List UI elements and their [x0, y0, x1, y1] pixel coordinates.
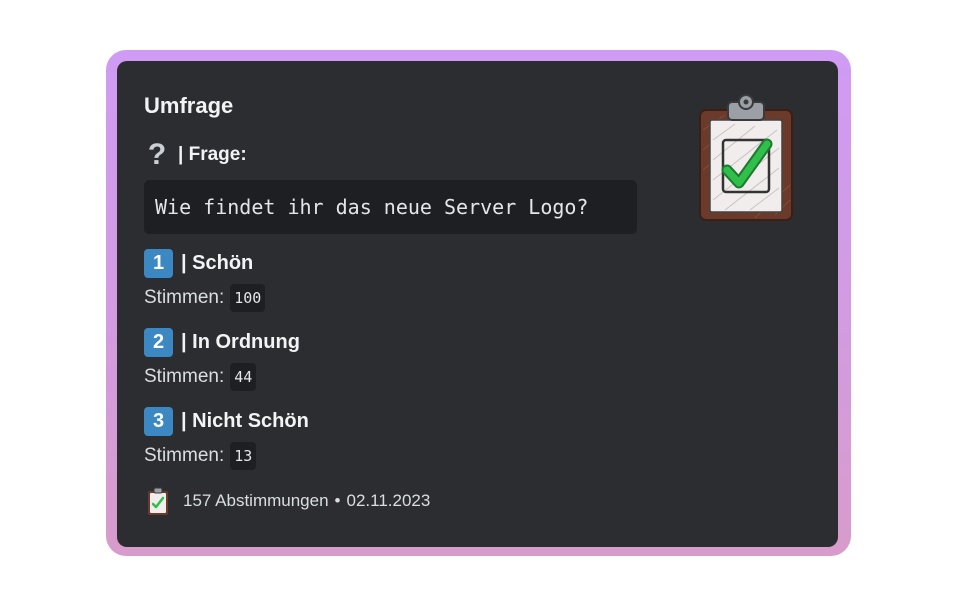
option-2-votes: Stimmen: 44: [144, 362, 257, 392]
option-1-votes: Stimmen: 100: [144, 283, 266, 313]
option-2-label: | In Ordnung: [181, 330, 300, 353]
option-2-header: 2 | In Ordnung: [144, 327, 300, 357]
option-1-header: 1 | Schön: [144, 248, 253, 278]
option-3-header: 3 | Nicht Schön: [144, 406, 309, 436]
footer-separator: •: [334, 491, 341, 510]
question-label: | Frage:: [178, 144, 247, 165]
clipboard-check-icon: [148, 487, 168, 515]
footer-text: 157 Abstimmungen • 02.11.2023: [183, 491, 430, 511]
poll-embed-card: Umfrage ? | Frage: Wie findet ihr das ne…: [117, 61, 838, 547]
votes-count: 13: [230, 442, 257, 470]
vote-total: 157 Abstimmungen: [183, 491, 329, 510]
votes-label: Stimmen:: [144, 366, 225, 387]
keycap-2-icon: 2: [144, 327, 173, 357]
option-1-label: | Schön: [181, 251, 254, 274]
option-3-label: | Nicht Schön: [181, 409, 309, 432]
embed-title: Umfrage: [144, 93, 234, 118]
keycap-3-icon: 3: [144, 406, 173, 436]
clipboard-check-icon[interactable]: [695, 90, 798, 226]
votes-label: Stimmen:: [144, 287, 225, 308]
keycap-1-icon: 1: [144, 248, 173, 278]
question-mark-icon: ?: [147, 138, 167, 171]
footer-date: 02.11.2023: [346, 491, 431, 510]
question-codeblock: Wie findet ihr das neue Server Logo?: [144, 180, 637, 234]
votes-count: 100: [230, 284, 266, 312]
votes-count: 44: [230, 363, 257, 391]
question-header: ? | Frage:: [144, 140, 247, 170]
option-3-votes: Stimmen: 13: [144, 441, 257, 471]
votes-label: Stimmen:: [144, 445, 225, 466]
embed-footer: 157 Abstimmungen • 02.11.2023: [147, 486, 430, 516]
